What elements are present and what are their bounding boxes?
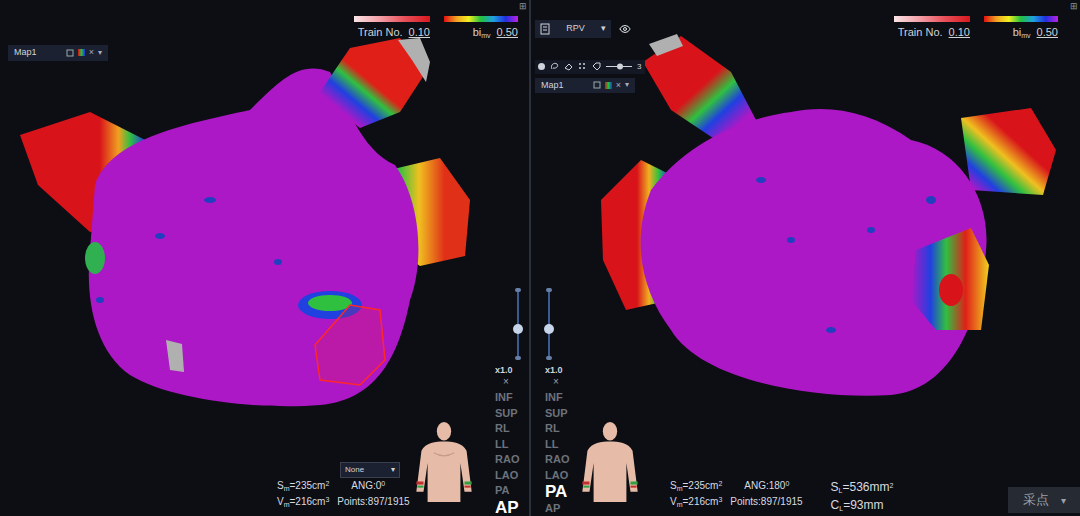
stats: Sm=235cm2 ANG:1800 Vm=216cm3 Points:897/191… [670, 478, 893, 514]
train-label: Train No. [358, 24, 403, 41]
angle: ANG:1800 [744, 478, 789, 493]
color-legend: Train No. 0.10 bimv 0.50 [894, 16, 1058, 41]
layers-icon [66, 49, 74, 57]
slider-handle[interactable] [544, 324, 554, 334]
orientation-item[interactable]: INF [495, 390, 519, 406]
train-min[interactable]: 0.10 [949, 24, 970, 41]
points: Points:897/1915 [337, 494, 409, 509]
orientation-item[interactable]: SUP [495, 406, 519, 422]
color-swatch-icon [605, 82, 612, 89]
orientation-item[interactable]: SUP [545, 406, 569, 422]
viewport-ap: ⊞Train No.0.10bimv0.50Map1×▾x1.0×INFSUPR… [0, 0, 531, 516]
list-icon [540, 23, 550, 35]
stat: Vm=216cm3 [670, 494, 722, 509]
stat: Vm=216cm3 [277, 494, 329, 509]
view-select[interactable]: None▾ [340, 462, 400, 478]
train-min[interactable]: 0.10 [409, 24, 430, 41]
tool-count: 3 [637, 61, 641, 73]
caret-icon: ▾ [391, 464, 395, 476]
orientation-item[interactable]: RL [545, 421, 569, 437]
orientation-list: INFSUPRLLLRAOLAOPAAP [495, 390, 519, 516]
orientation-item[interactable]: RL [495, 421, 519, 437]
angle: ANG:00 [351, 478, 385, 493]
zoom-slider[interactable] [514, 288, 522, 360]
orientation-item[interactable]: RAO [495, 452, 519, 468]
train-label: Train No. [898, 24, 943, 41]
bi-label: bimv [473, 24, 491, 41]
grid-tool-icon[interactable] [578, 62, 587, 71]
size-slider-icon[interactable] [606, 63, 632, 70]
train-scale [894, 16, 970, 22]
corner-icon[interactable]: ⊞ [519, 0, 527, 14]
orientation-item[interactable]: RAO [545, 452, 569, 468]
stats: Sm=235cm2 ANG:00 Vm=216cm3 Points:897/1915 [277, 478, 410, 509]
stat: Sm=235cm2 [277, 478, 329, 493]
orientation-item[interactable]: AP [495, 499, 519, 516]
map-selector[interactable]: Map1 × ▾ [535, 78, 635, 94]
viewport-pa: ⊞Train No.0.10bimv0.50RPV▾3Map1×▾x1.0×IN… [531, 0, 1080, 516]
bi-label: bimv [1013, 24, 1031, 41]
caret-icon[interactable]: ▾ [98, 47, 102, 59]
eraser-tool-icon[interactable] [564, 62, 573, 71]
close-icon[interactable]: × [89, 46, 94, 60]
atrium-map-ap[interactable] [0, 0, 531, 516]
tag-tool-icon[interactable] [592, 62, 601, 71]
color-legend: Train No. 0.10 bimv 0.50 [354, 16, 518, 41]
dot-tool-icon[interactable] [538, 63, 545, 70]
points: Points:897/1915 [730, 494, 802, 509]
caret-icon: ▾ [601, 22, 606, 36]
color-swatch-icon [78, 49, 85, 56]
voltage-scale [984, 16, 1058, 22]
orientation-item[interactable]: INF [545, 390, 569, 406]
zoom-close[interactable]: × [503, 376, 509, 388]
orientation-list: INFSUPRLLLRAOLAOPAAP [545, 390, 569, 516]
orientation-item[interactable]: PA [495, 483, 519, 499]
caret-icon: ▾ [1061, 493, 1066, 508]
zoom-close[interactable]: × [553, 376, 559, 388]
torso-front-icon [413, 420, 475, 502]
capture-button[interactable]: 采点▾ [1008, 487, 1080, 513]
bi-max[interactable]: 0.50 [497, 24, 518, 41]
train-scale [354, 16, 430, 22]
map-selector[interactable]: Map1 × ▾ [8, 45, 108, 61]
orientation-item[interactable]: LAO [545, 468, 569, 484]
map-label: Map1 [541, 79, 589, 93]
orientation-item[interactable]: LAO [495, 468, 519, 484]
stat: SL=536mm2 [831, 478, 894, 496]
lasso-tool-icon[interactable] [550, 62, 559, 71]
map-label: Map1 [14, 46, 62, 60]
zoom-reading: x1.0 [545, 364, 563, 376]
corner-icon[interactable]: ⊞ [1070, 0, 1078, 14]
view-controls: x1.0× INFSUPRLLLRAOLAOPAAP [545, 288, 575, 516]
orientation-item[interactable]: PA [545, 483, 569, 501]
vein-select[interactable]: RPV▾ [535, 20, 611, 38]
app: ⊞Train No.0.10bimv0.50Map1×▾x1.0×INFSUPR… [0, 0, 1080, 516]
caret-icon[interactable]: ▾ [625, 79, 629, 91]
voltage-scale [444, 16, 518, 22]
orientation-item[interactable]: LL [495, 437, 519, 453]
eye-icon[interactable] [619, 23, 631, 35]
zoom-reading: x1.0 [495, 364, 513, 376]
bi-max[interactable]: 0.50 [1037, 24, 1058, 41]
close-icon[interactable]: × [616, 79, 621, 93]
torso-back-icon [579, 420, 641, 502]
layers-icon [593, 81, 601, 89]
zoom-slider[interactable] [545, 288, 553, 360]
slider-handle[interactable] [513, 324, 523, 334]
stat: CL=93mm [831, 496, 884, 514]
stat: Sm=235cm2 [670, 478, 722, 493]
orientation-item[interactable]: LL [545, 437, 569, 453]
view-controls: x1.0× INFSUPRLLLRAOLAOPAAP [495, 288, 525, 516]
tool-row: 3 [535, 60, 645, 74]
orientation-item[interactable]: AP [545, 501, 569, 516]
